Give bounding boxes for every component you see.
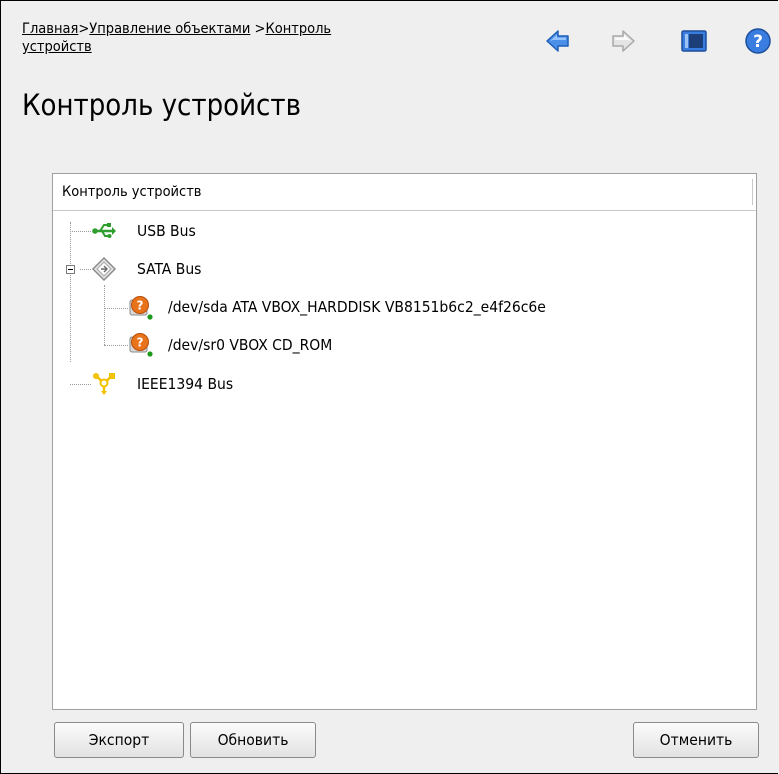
device-tree-panel: Контроль устройств USB Bus SATA Bus ? /d…	[52, 173, 757, 710]
firewire-icon	[91, 370, 117, 396]
tree-node-usb-bus[interactable]: USB Bus	[137, 221, 196, 241]
unknown-device-icon: ?	[128, 331, 154, 357]
column-divider	[752, 179, 753, 205]
tree-connector	[80, 269, 91, 270]
breadcrumb: Главная>Управление объектами >Контроль у…	[22, 20, 462, 56]
tree-connector	[70, 231, 91, 232]
tree-connector	[104, 308, 128, 309]
window-icon[interactable]	[680, 27, 708, 55]
tree-connector	[70, 384, 91, 385]
export-button[interactable]: Экспорт	[54, 722, 184, 758]
arrow-right-icon[interactable]	[609, 27, 637, 55]
tree-connector	[70, 222, 71, 362]
svg-text:?: ?	[137, 299, 144, 313]
svg-text:?: ?	[137, 336, 144, 350]
tree-column-header-label: Контроль устройств	[62, 184, 202, 200]
tree-node-ieee1394-bus[interactable]: IEEE1394 Bus	[137, 374, 233, 394]
breadcrumb-current-part2: устройств	[22, 39, 92, 55]
tree-connector	[104, 285, 105, 345]
svg-text:?: ?	[753, 32, 763, 52]
sata-bus-icon	[91, 256, 117, 282]
tree-node-dev-sr0[interactable]: /dev/sr0 VBOX CD_ROM	[168, 335, 332, 355]
breadcrumb-separator: >	[254, 21, 266, 37]
breadcrumb-objects-link[interactable]: Управление объектами	[89, 21, 250, 37]
collapse-toggle[interactable]	[66, 265, 75, 274]
tree-connector	[104, 345, 128, 346]
usb-icon	[91, 218, 117, 244]
help-icon[interactable]: ?	[744, 27, 772, 55]
page-title: Контроль устройств	[22, 88, 301, 122]
tree-node-sata-bus[interactable]: SATA Bus	[137, 259, 201, 279]
breadcrumb-home-link[interactable]: Главная	[22, 21, 78, 37]
tree-node-dev-sda[interactable]: /dev/sda ATA VBOX_HARDDISK VB8151b6c2_e4…	[168, 297, 546, 317]
unknown-device-icon: ?	[128, 294, 154, 320]
breadcrumb-separator: >	[78, 21, 90, 37]
cancel-button[interactable]: Отменить	[633, 722, 759, 758]
refresh-button[interactable]: Обновить	[190, 722, 316, 758]
breadcrumb-current-part1: Контроль	[265, 21, 332, 37]
arrow-left-icon[interactable]	[544, 27, 572, 55]
tree-column-header[interactable]: Контроль устройств	[53, 174, 756, 211]
